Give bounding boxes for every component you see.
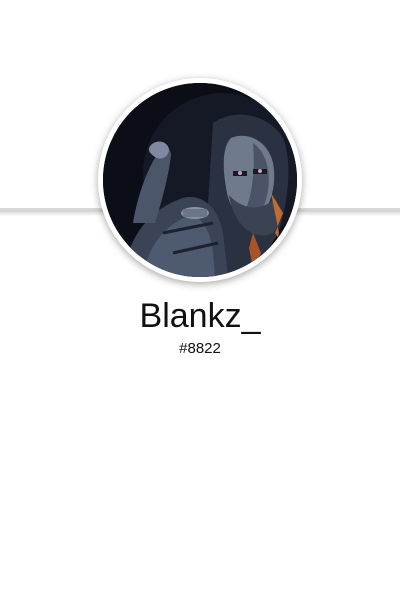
- avatar-illustration-icon: [103, 83, 297, 277]
- user-discriminator: #8822: [179, 340, 221, 357]
- avatar-image: [103, 83, 297, 277]
- avatar[interactable]: [98, 78, 302, 282]
- username: Blankz_: [139, 297, 261, 335]
